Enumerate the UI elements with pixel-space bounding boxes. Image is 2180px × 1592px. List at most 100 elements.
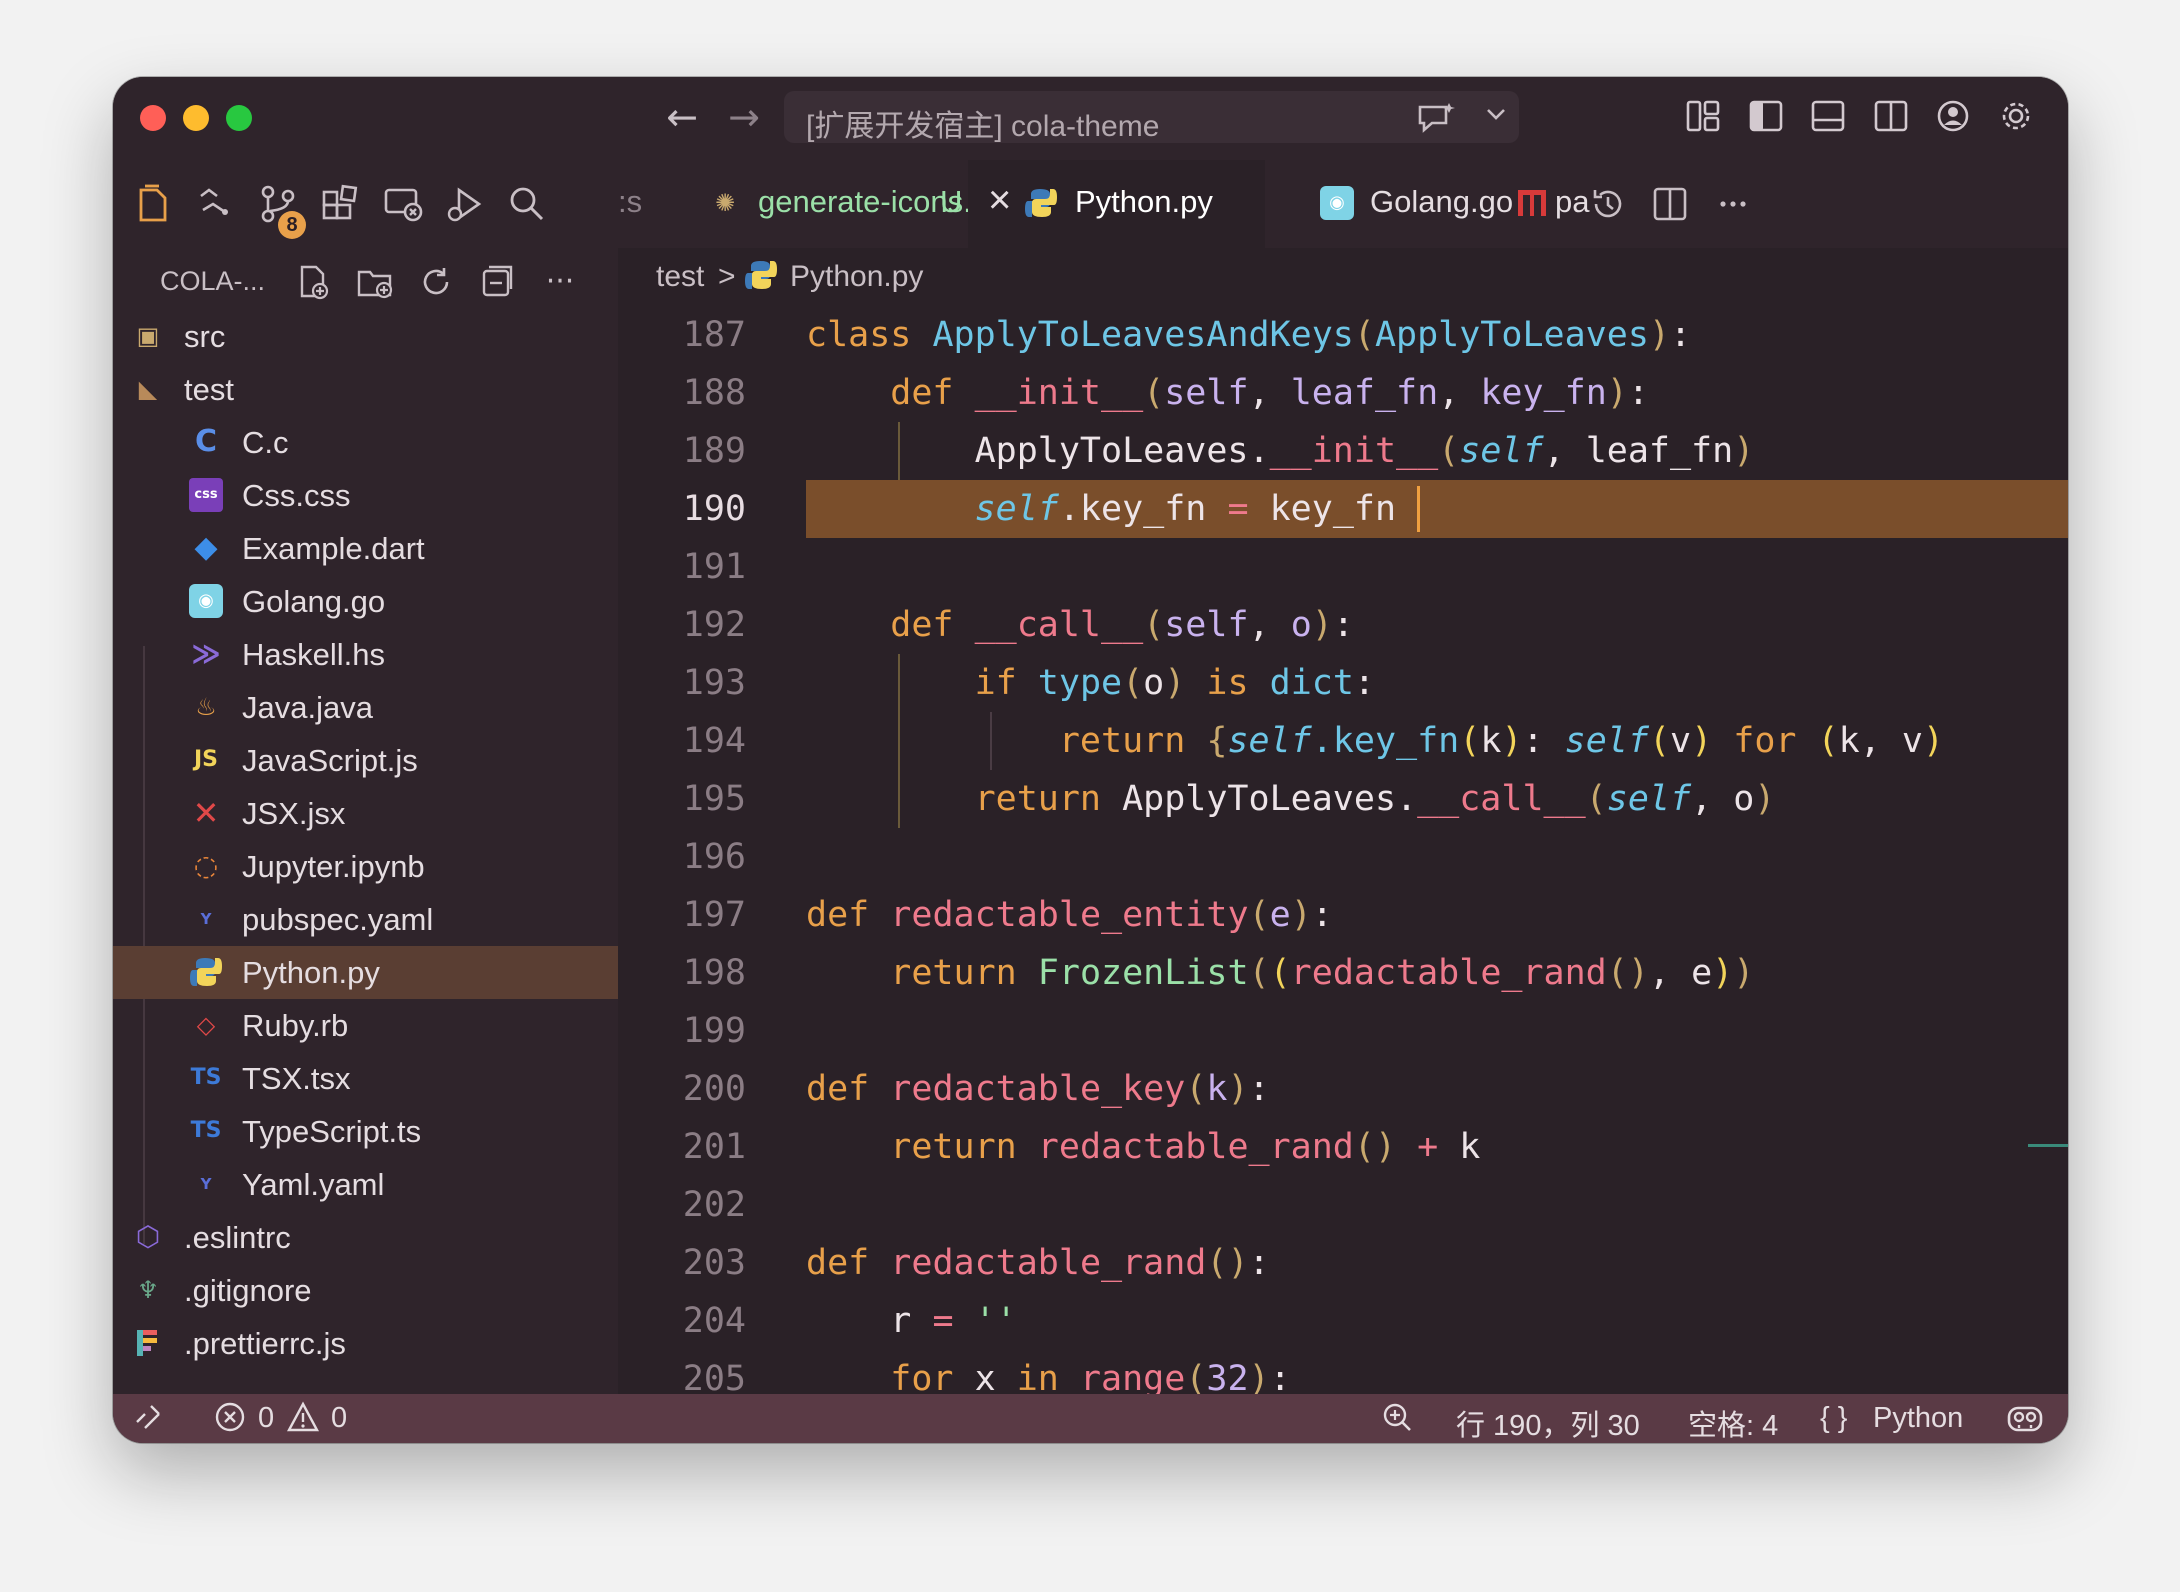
zoom-icon[interactable] xyxy=(1380,1400,1414,1442)
tree-item-gitignore[interactable]: ♆ .gitignore xyxy=(113,1264,618,1317)
code-line[interactable]: 189 ApplyToLeaves.__init__(self, leaf_fn… xyxy=(618,422,2068,480)
code-line[interactable]: 198 return FrozenList((redactable_rand()… xyxy=(618,944,2068,1002)
code-line[interactable]: 191 xyxy=(618,538,2068,596)
code-line[interactable]: 188 def __init__(self, leaf_fn, key_fn): xyxy=(618,364,2068,422)
code-token: ) xyxy=(1164,663,1186,703)
tree-item-ruby[interactable]: ◇ Ruby.rb xyxy=(113,999,618,1052)
code-line[interactable]: 201 return redactable_rand() + k xyxy=(618,1118,2068,1176)
toggle-primary-sidebar-icon[interactable] xyxy=(1748,97,1784,135)
code-area[interactable]: 187 class ApplyToLeavesAndKeys(ApplyToLea… xyxy=(618,306,2068,1394)
code-text: ApplyToLeaves.__init__(self, leaf_fn) xyxy=(806,422,1755,480)
cursor-position[interactable]: 行 190，列 30 xyxy=(1456,1402,1640,1443)
new-file-icon[interactable] xyxy=(293,262,333,302)
python-icon xyxy=(744,258,778,292)
code-line[interactable]: 192 def __call__(self, o): xyxy=(618,596,2068,654)
tree-item-test[interactable]: ◣ test xyxy=(113,363,618,416)
tab-python[interactable]: × Python.py xyxy=(968,160,1265,248)
tree-item-prettierrc[interactable]: .prettierrc.js xyxy=(113,1317,618,1370)
error-count[interactable]: 0 xyxy=(258,1402,274,1435)
run-commands-icon[interactable] xyxy=(193,182,237,226)
tree-item-jupyter[interactable]: ◌ Jupyter.ipynb xyxy=(113,840,618,893)
customize-layout-icon[interactable] xyxy=(1685,97,1721,135)
code-line-current[interactable]: 190 self.key_fn = key_fn xyxy=(618,480,2068,538)
chevron-down-icon[interactable] xyxy=(1484,99,1508,136)
remote-icon[interactable] xyxy=(131,1400,165,1442)
copilot-icon[interactable] xyxy=(2005,1400,2045,1442)
breadcrumb-file[interactable]: Python.py xyxy=(790,260,923,294)
error-icon[interactable] xyxy=(213,1400,247,1442)
code-line[interactable]: 205 for x in range(32): xyxy=(618,1350,2068,1394)
tree-item-label: JavaScript.js xyxy=(242,743,418,778)
tree-item-eslintrc[interactable]: ⬡ .eslintrc xyxy=(113,1211,618,1264)
tree-item-dart[interactable]: ◆ Example.dart xyxy=(113,522,618,575)
tab-close-icon[interactable]: × xyxy=(988,178,1011,223)
minimize-window-button[interactable] xyxy=(183,105,209,131)
tab-truncated-right[interactable]: pa xyxy=(1505,160,1589,248)
code-editor[interactable]: test > Python.py 187 class ApplyToLeavesA… xyxy=(618,248,2068,1394)
indentation-status[interactable]: 空格: 4 xyxy=(1688,1402,1778,1443)
tree-item-tsx[interactable]: TS TSX.tsx xyxy=(113,1052,618,1105)
tree-item-src[interactable]: ▣ src xyxy=(113,310,618,363)
tree-item-label: C.c xyxy=(242,425,289,460)
tree-item-jsx[interactable]: ✕ JSX.jsx xyxy=(113,787,618,840)
tree-item-c[interactable]: C C.c xyxy=(113,416,618,469)
code-line[interactable]: 199 xyxy=(618,1002,2068,1060)
close-window-button[interactable] xyxy=(140,105,166,131)
more-actions-icon[interactable] xyxy=(1711,182,1755,226)
tree-item-golang[interactable]: ◉ Golang.go xyxy=(113,575,618,628)
forward-arrow-icon[interactable]: → xyxy=(724,97,764,137)
code-token: ) xyxy=(1227,1069,1249,1109)
tree-item-haskell[interactable]: ≫ Haskell.hs xyxy=(113,628,618,681)
tree-item-pubspec[interactable]: Y pubspec.yaml xyxy=(113,893,618,946)
tree-item-python[interactable]: Python.py xyxy=(113,946,618,999)
new-folder-icon[interactable] xyxy=(355,262,395,302)
code-text: class ApplyToLeavesAndKeys(ApplyToLeaves… xyxy=(806,306,1691,364)
code-line[interactable]: 187 class ApplyToLeavesAndKeys(ApplyToLea… xyxy=(618,306,2068,364)
run-debug-icon[interactable] xyxy=(443,182,487,226)
language-braces-icon[interactable]: { } xyxy=(1820,1402,1847,1435)
split-editor-icon[interactable] xyxy=(1648,182,1692,226)
remote-explorer-icon[interactable] xyxy=(381,182,425,226)
code-token: o xyxy=(1290,605,1312,645)
tree-item-typescript[interactable]: TS TypeScript.ts xyxy=(113,1105,618,1158)
warning-icon[interactable] xyxy=(286,1400,320,1442)
code-line[interactable]: 204 r = '' xyxy=(618,1292,2068,1350)
toggle-secondary-sidebar-icon[interactable] xyxy=(1873,97,1909,135)
code-line[interactable]: 193 if type(o) is dict: xyxy=(618,654,2068,712)
warning-count[interactable]: 0 xyxy=(331,1402,347,1435)
tree-item-css[interactable]: css Css.css xyxy=(113,469,618,522)
timeline-history-icon[interactable] xyxy=(1586,182,1630,226)
tab-golang[interactable]: ◉ Golang.go xyxy=(1265,160,1513,248)
ts-icon: TS xyxy=(190,1118,222,1143)
tree-item-javascript[interactable]: JS JavaScript.js xyxy=(113,734,618,787)
search-icon[interactable] xyxy=(505,182,549,226)
line-number: 205 xyxy=(682,1359,746,1394)
copilot-chat-icon[interactable] xyxy=(1416,101,1456,142)
account-icon[interactable] xyxy=(1935,97,1971,135)
code-line[interactable]: 202 xyxy=(618,1176,2068,1234)
code-line[interactable]: 200 def redactable_key(k): xyxy=(618,1060,2068,1118)
code-line[interactable]: 197 def redactable_entity(e): xyxy=(618,886,2068,944)
code-token: () xyxy=(1606,953,1649,993)
collapse-all-icon[interactable] xyxy=(478,262,518,302)
language-mode[interactable]: Python xyxy=(1873,1402,1963,1435)
back-arrow-icon[interactable]: ← xyxy=(662,97,702,137)
maximize-window-button[interactable] xyxy=(226,105,252,131)
tab-truncated[interactable]: :s xyxy=(618,160,678,248)
tree-item-java[interactable]: ♨ Java.java xyxy=(113,681,618,734)
tab-generate-icons[interactable]: ✺ generate-icons.sh U xyxy=(678,160,1005,248)
refresh-icon[interactable] xyxy=(416,262,456,302)
tree-item-yaml[interactable]: Y Yaml.yaml xyxy=(113,1158,618,1211)
explorer-icon[interactable] xyxy=(131,182,175,226)
explorer-more-icon[interactable]: ··· xyxy=(540,262,580,302)
code-line[interactable]: 194 return {self.key_fn(k): self(v) for … xyxy=(618,712,2068,770)
code-line[interactable]: 195 return ApplyToLeaves.__call__(self, … xyxy=(618,770,2068,828)
toggle-panel-icon[interactable] xyxy=(1810,97,1846,135)
line-number: 188 xyxy=(682,373,746,413)
gear-icon[interactable] xyxy=(1998,97,2034,135)
breadcrumb-folder[interactable]: test xyxy=(656,260,704,294)
extensions-icon[interactable] xyxy=(318,182,362,226)
code-line[interactable]: 203 def redactable_rand(): xyxy=(618,1234,2068,1292)
command-center[interactable]: [扩展开发宿主] cola-theme xyxy=(784,91,1519,143)
code-line[interactable]: 196 xyxy=(618,828,2068,886)
